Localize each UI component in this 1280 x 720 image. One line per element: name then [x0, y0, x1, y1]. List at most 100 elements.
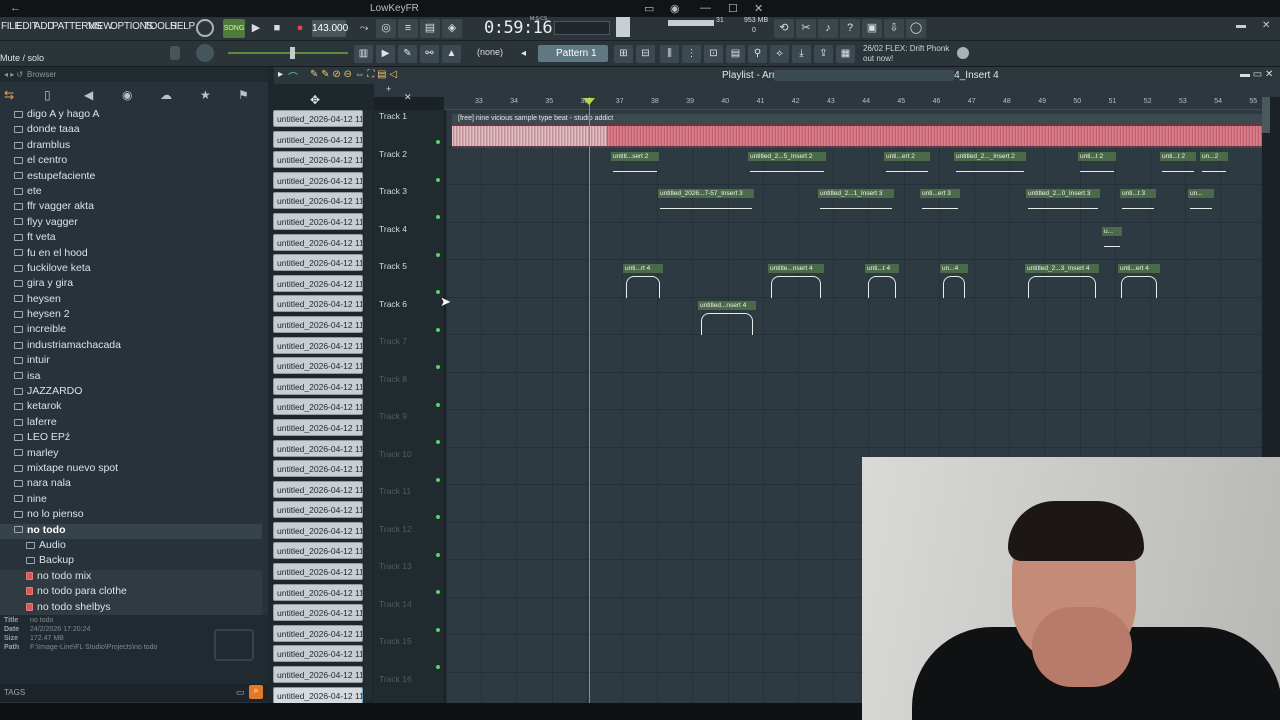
- track-name[interactable]: Track 9: [379, 411, 407, 421]
- channel-rack-icon[interactable]: ⋮: [682, 45, 701, 63]
- track-mute-led[interactable]: [436, 665, 440, 669]
- track-mute-led[interactable]: [436, 440, 440, 444]
- track-name[interactable]: Track 3: [379, 186, 407, 196]
- channel-button[interactable]: untitled_2026-04-12 11-: [273, 336, 363, 354]
- browser-folder-item[interactable]: Backup: [0, 554, 262, 569]
- audio-clip[interactable]: un...2: [1200, 152, 1228, 186]
- browser-folder-item[interactable]: fu en el hood: [0, 247, 262, 262]
- channel-button[interactable]: untitled_2026-04-12 11-: [273, 604, 363, 622]
- channel-button[interactable]: untitled_2026-04-12 11-: [273, 686, 363, 704]
- track-name[interactable]: Track 1: [379, 111, 407, 121]
- browser-folder-item[interactable]: ffr vagger akta: [0, 200, 262, 215]
- browser-folder-item[interactable]: laferre: [0, 416, 262, 431]
- pencil-icon[interactable]: ✎: [398, 45, 417, 63]
- track-mute-led[interactable]: [436, 515, 440, 519]
- pattern-selector[interactable]: Pattern 1: [538, 45, 608, 62]
- channel-button[interactable]: untitled_2026-04-12 11-: [273, 212, 363, 230]
- browser-files-icon[interactable]: ▯: [44, 88, 51, 102]
- draw-tool-icon[interactable]: ✎ ✎ ⊘ ⊖ ⇔ ⛶ ▤ ◁: [310, 69, 397, 80]
- track-name[interactable]: Track 5: [379, 261, 407, 271]
- app-minimize-icon[interactable]: ▬: [1236, 20, 1246, 31]
- channel-button[interactable]: untitled_2026-04-12 11-: [273, 171, 363, 189]
- audio-clip[interactable]: unti...rt 4: [623, 264, 663, 298]
- browser-menu-icon[interactable]: ◂ ▸ ↺: [4, 70, 23, 79]
- audio-clip[interactable]: untitled_2...1_Insert 3: [818, 189, 894, 223]
- refresh-icon[interactable]: [196, 19, 214, 37]
- move-icon[interactable]: ✥: [310, 93, 320, 107]
- help-icon[interactable]: ?: [840, 19, 860, 38]
- channel-button[interactable]: untitled_2026-04-12 11-: [273, 295, 363, 313]
- track-mute-led[interactable]: [436, 552, 440, 557]
- channel-button[interactable]: untitled_2026-04-12 11-: [273, 357, 363, 375]
- channel-button[interactable]: untitled_2026-04-12 11-: [273, 254, 363, 272]
- delete-track-icon[interactable]: ✕: [404, 92, 412, 103]
- plugin-icon[interactable]: ⚲: [748, 45, 767, 63]
- audio-clip[interactable]: u...: [1102, 227, 1122, 261]
- loop-record-icon[interactable]: ◎: [376, 19, 396, 38]
- channel-button[interactable]: untitled_2026-04-12 11-: [273, 521, 363, 539]
- track-name[interactable]: Track 13: [379, 561, 412, 571]
- audio-clip[interactable]: untitl...sert 2: [611, 152, 659, 186]
- audio-clip[interactable]: untitled_2...0_Insert 3: [1026, 189, 1100, 223]
- news-icon-round[interactable]: [957, 47, 969, 59]
- audio-clip[interactable]: un...4: [940, 264, 968, 298]
- blend-notes-icon[interactable]: ◈: [442, 19, 462, 38]
- browser-folder-item[interactable]: ketarok: [0, 400, 262, 415]
- tags-folder-icon[interactable]: ▭: [236, 687, 245, 698]
- channel-button[interactable]: untitled_2026-04-12 11-: [273, 130, 363, 148]
- browser-cloud-icon[interactable]: ☁: [160, 88, 172, 102]
- audio-clip[interactable]: unti...ert 3: [920, 189, 960, 223]
- master-volume-slider[interactable]: [228, 52, 348, 54]
- play-button[interactable]: ▶: [246, 19, 266, 38]
- snap-selector[interactable]: (none): [477, 47, 503, 57]
- browser-folder-item[interactable]: no lo pienso: [0, 508, 262, 523]
- tempo-display[interactable]: 143.000: [312, 20, 348, 37]
- channel-button[interactable]: untitled_2026-04-12 11-: [273, 274, 363, 292]
- browser-folder-item[interactable]: donde taaa: [0, 123, 262, 138]
- news-hint-text[interactable]: 26/02 FLEX: Drift Phonk out now!: [863, 44, 953, 64]
- channel-button[interactable]: untitled_2026-04-12 11-: [273, 110, 363, 127]
- browser-folder-item[interactable]: gira y gira: [0, 277, 262, 292]
- browser-folder-item[interactable]: fuckilove keta: [0, 262, 262, 277]
- channel-button[interactable]: untitled_2026-04-12 11-: [273, 439, 363, 457]
- channel-button[interactable]: untitled_2026-04-12 11-: [273, 377, 363, 395]
- browser-folder-item[interactable]: LEO EPź: [0, 431, 262, 446]
- browser-folder-item[interactable]: el centro: [0, 154, 262, 169]
- track-lane[interactable]: [446, 373, 1262, 410]
- browser-folder-item[interactable]: industriamachacada: [0, 339, 262, 354]
- playlist-arrow-icon[interactable]: ▸: [278, 69, 283, 80]
- browser-folder-item[interactable]: heysen 2: [0, 308, 262, 323]
- close-icon[interactable]: ✕: [754, 2, 763, 15]
- browser-file-item[interactable]: no todo shelbys: [0, 600, 262, 616]
- browser-folder-item[interactable]: no todo: [0, 523, 262, 539]
- browser-back-icon[interactable]: ◀: [84, 88, 93, 102]
- magnet-icon[interactable]: ⌒: [288, 69, 298, 84]
- channel-button[interactable]: untitled_2026-04-12 11-: [273, 460, 363, 478]
- track-lane[interactable]: [446, 223, 1262, 260]
- add-track-icon[interactable]: +: [386, 84, 391, 94]
- audio-clip[interactable]: unti...t 2: [1160, 152, 1196, 186]
- tempo-tapper-icon[interactable]: ⟡: [770, 45, 789, 63]
- browser-folder-item[interactable]: marley: [0, 447, 262, 462]
- track-name[interactable]: Track 10: [379, 449, 412, 459]
- channel-button[interactable]: untitled_2026-04-12 11-: [273, 501, 363, 519]
- channel-button[interactable]: untitled_2026-04-12 11-: [273, 151, 363, 169]
- track-mute-led[interactable]: [436, 215, 440, 219]
- channel-button[interactable]: untitled_2026-04-12 11-: [273, 666, 363, 684]
- browser-all-icon[interactable]: ⇆: [4, 88, 14, 102]
- undo-icon[interactable]: ⟲: [774, 19, 794, 38]
- audio-settings-icon[interactable]: ♪: [818, 19, 838, 38]
- stamp-icon[interactable]: ▲: [442, 45, 461, 63]
- audio-clip[interactable]: unti...ert 2: [884, 152, 930, 186]
- channel-button[interactable]: untitled_2026-04-12 11-: [273, 624, 363, 642]
- channel-button[interactable]: untitled_2026-04-12 11-: [273, 542, 363, 560]
- prev-pattern-icon[interactable]: ◂: [514, 45, 533, 63]
- browser-folder-item[interactable]: JAZZARDO: [0, 385, 262, 400]
- record-button[interactable]: ●: [290, 19, 310, 38]
- audio-clip[interactable]: unti...t 2: [1078, 152, 1116, 186]
- channel-button[interactable]: untitled_2026-04-12 11-: [273, 480, 363, 498]
- playlist-overview-scroll[interactable]: [774, 70, 954, 81]
- browser-file-item[interactable]: no todo mix: [0, 569, 262, 586]
- cut-icon[interactable]: ✂: [796, 19, 816, 38]
- chat-icon[interactable]: ◯: [906, 19, 926, 38]
